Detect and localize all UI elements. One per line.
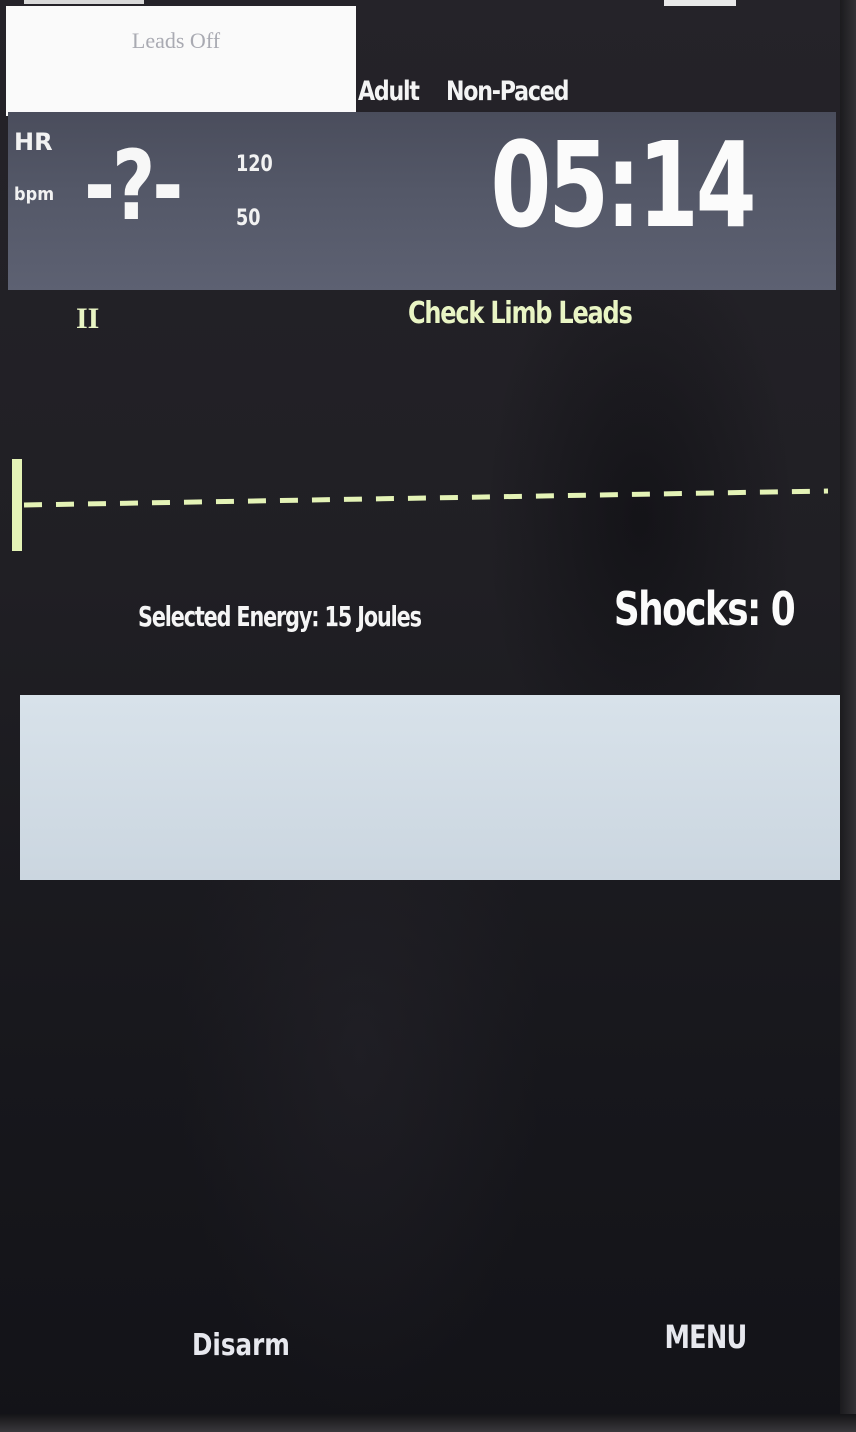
hr-label: HR: [14, 128, 53, 156]
heart-rate-panel: HR bpm -?- 120 50 05:14: [8, 112, 836, 290]
pacing-mode-label: Non-Paced: [446, 76, 569, 107]
elapsed-time-clock: 05:14: [490, 116, 757, 254]
message-bar: [20, 695, 840, 880]
leads-off-text: Leads Off: [131, 28, 221, 53]
device-bezel-right: [840, 0, 856, 1432]
ecg-lead-label: II: [76, 302, 100, 335]
leads-off-alarm-box: Leads Off: [6, 6, 356, 116]
selected-energy-label: Selected Energy: 15 Joules: [138, 600, 422, 633]
patient-type-label: Adult: [358, 76, 420, 107]
hr-alarm-low-limit: 50: [236, 206, 261, 231]
hr-value: -?-: [84, 130, 183, 242]
ecg-flatline-dashed: [23, 488, 829, 508]
device-bezel-bottom: [0, 1414, 856, 1432]
top-edge-label-fragment: [24, 0, 144, 4]
defibrillator-screen: Leads Off Adult Non-Paced HR bpm -?- 120…: [0, 0, 856, 1432]
hr-alarm-high-limit: 120: [236, 152, 273, 177]
disarm-softkey[interactable]: Disarm: [192, 1328, 290, 1363]
ecg-waveform-trace: [12, 459, 829, 551]
shock-count-label: Shocks: 0: [613, 582, 796, 636]
hr-unit-label: bpm: [14, 184, 55, 205]
menu-softkey[interactable]: MENU: [664, 1318, 747, 1356]
ecg-status-message: Check Limb Leads: [408, 296, 633, 331]
ecg-calibration-marker: [12, 459, 22, 551]
top-edge-indicator-fragment: [664, 0, 736, 6]
